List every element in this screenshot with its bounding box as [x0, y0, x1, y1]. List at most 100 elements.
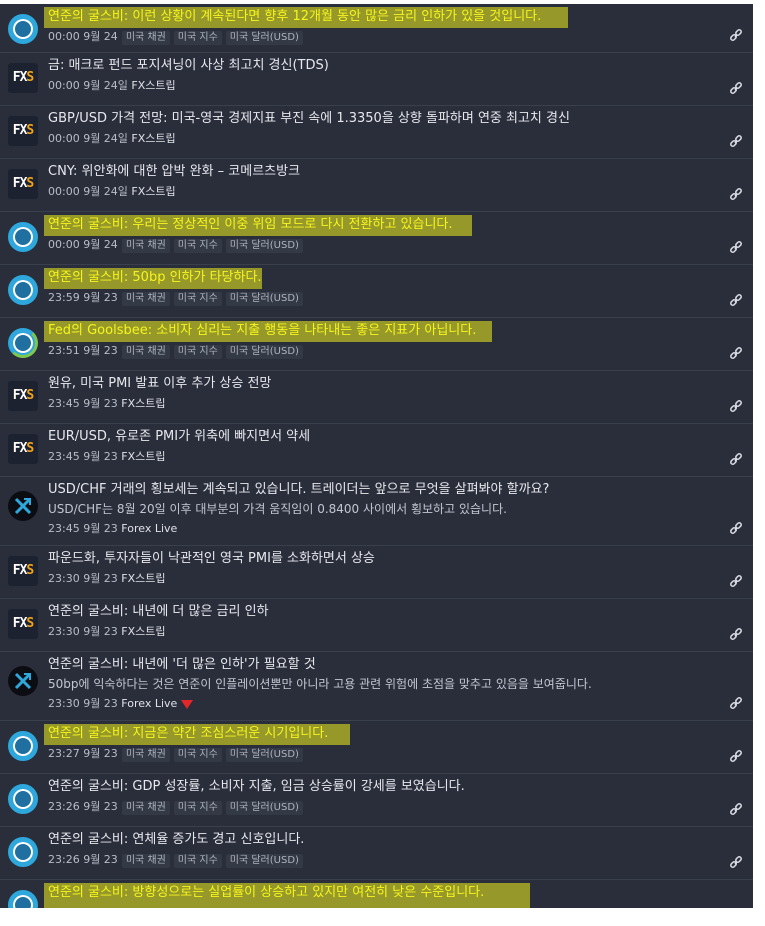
tag-badge[interactable]: 미국 달러(USD)	[225, 801, 303, 815]
link-icon[interactable]	[729, 628, 743, 642]
headline[interactable]: 연준의 굴스비: 방향성으로는 실업률이 상승하고 있지만 여전히 낮은 수준입…	[48, 884, 484, 902]
news-item[interactable]: 연준의 굴스비: 이런 상황이 계속된다면 향후 12개월 동안 많은 금리 인…	[0, 4, 753, 53]
meta-line: 00:00 9월 24 미국 채권 미국 지수 미국 달러(USD)	[48, 29, 303, 45]
news-item[interactable]: 연준의 굴스비: 지금은 약간 조심스러운 시기입니다. 23:27 9월 23 미…	[0, 721, 753, 774]
source-name[interactable]: FX스트립	[118, 397, 165, 410]
timestamp: 00:00 9월 24일	[48, 79, 128, 92]
tag-badge[interactable]: 미국 달러(USD)	[225, 345, 303, 359]
meta-line: 00:00 9월 24 미국 채권 미국 지수 미국 달러(USD)	[48, 237, 303, 253]
news-item[interactable]: FXS CNY: 위안화에 대한 압박 완화 – 코메르츠방크 00:00 9월 2…	[0, 159, 753, 212]
link-icon[interactable]	[729, 750, 743, 764]
headline[interactable]: Fed의 Goolsbee: 소비자 심리는 지출 행동을 나타내는 좋은 지표…	[48, 322, 476, 340]
news-item[interactable]: FXS GBP/USD 가격 전망: 미국-영국 경제지표 부진 속에 1.335…	[0, 106, 753, 159]
headline[interactable]: 연준의 굴스비: GDP 성장률, 소비자 지출, 임금 상승률이 강세를 보였…	[48, 778, 465, 796]
link-icon[interactable]	[729, 135, 743, 149]
news-item[interactable]: 연준의 굴스비: 연체율 증가도 경고 신호입니다. 23:26 9월 23 미국 …	[0, 827, 753, 880]
source-name[interactable]: FX스트립	[118, 450, 165, 463]
news-item[interactable]: FXS 파운드화, 투자자들이 낙관적인 영국 PMI를 소화하면서 상승 23:3…	[0, 546, 753, 599]
timestamp: 23:59 9월 23	[48, 291, 118, 304]
headline[interactable]: CNY: 위안화에 대한 압박 완화 – 코메르츠방크	[48, 163, 300, 181]
headline[interactable]: 연준의 굴스비: 연체율 증가도 경고 신호입니다.	[48, 831, 304, 849]
link-icon[interactable]	[729, 188, 743, 202]
tag-badge[interactable]: 미국 지수	[173, 292, 222, 306]
meta-line: 23:51 9월 23 미국 채권 미국 지수 미국 달러(USD)	[48, 343, 303, 359]
blue-ring-icon	[8, 328, 38, 358]
link-icon[interactable]	[729, 697, 743, 711]
timestamp: 00:00 9월 24일	[48, 132, 128, 145]
news-item[interactable]: Fed의 Goolsbee: 소비자 심리는 지출 행동을 나타내는 좋은 지표…	[0, 318, 753, 371]
headline[interactable]: 파운드화, 투자자들이 낙관적인 영국 PMI를 소화하면서 상승	[48, 550, 375, 568]
link-icon[interactable]	[729, 294, 743, 308]
tag-badge[interactable]: 미국 지수	[173, 854, 222, 868]
blue-ring-icon	[8, 14, 38, 44]
news-feed: 연준의 굴스비: 이런 상황이 계속된다면 향후 12개월 동안 많은 금리 인…	[0, 4, 753, 908]
news-item[interactable]: 연준의 굴스비: 내년에 '더 많은 인하'가 필요할 것 50bp에 익숙하다는…	[0, 652, 753, 721]
forexlive-logo-icon	[8, 666, 38, 696]
news-item[interactable]: USD/CHF 거래의 횡보세는 계속되고 있습니다. 트레이더는 앞으로 무엇…	[0, 477, 753, 546]
link-icon[interactable]	[729, 241, 743, 255]
headline[interactable]: USD/CHF 거래의 횡보세는 계속되고 있습니다. 트레이더는 앞으로 무엇…	[48, 481, 549, 499]
source-name[interactable]: FX스트립	[118, 572, 165, 585]
headline[interactable]: 금: 매크로 펀드 포지셔닝이 사상 최고치 경신(TDS)	[48, 57, 329, 75]
tag-badge[interactable]: 미국 지수	[173, 801, 222, 815]
tag-badge[interactable]: 미국 달러(USD)	[225, 239, 303, 253]
tag-badge[interactable]: 미국 채권	[121, 345, 170, 359]
headline[interactable]: 연준의 굴스비: 우리는 정상적인 이중 위임 모드로 다시 전환하고 있습니다…	[48, 216, 453, 234]
tag-badge[interactable]: 미국 채권	[121, 854, 170, 868]
fxstreet-logo-icon: FXS	[8, 556, 38, 586]
tag-badge[interactable]: 미국 지수	[173, 748, 222, 762]
news-item[interactable]: FXS EUR/USD, 유로존 PMI가 위축에 빠지면서 약세 23:45 9월…	[0, 424, 753, 477]
link-icon[interactable]	[729, 29, 743, 43]
tag-badge[interactable]: 미국 달러(USD)	[225, 854, 303, 868]
headline[interactable]: EUR/USD, 유로존 PMI가 위축에 빠지면서 약세	[48, 428, 310, 446]
link-icon[interactable]	[729, 522, 743, 536]
tag-badge[interactable]: 미국 채권	[121, 31, 170, 45]
tag-badge[interactable]: 미국 달러(USD)	[225, 748, 303, 762]
description: USD/CHF는 8월 20일 이후 대부분의 가격 움직임이 0.8400 사…	[48, 502, 507, 516]
news-item[interactable]: 연준의 굴스비: 우리는 정상적인 이중 위임 모드로 다시 전환하고 있습니다…	[0, 212, 753, 265]
tag-badge[interactable]: 미국 지수	[173, 239, 222, 253]
tag-badge[interactable]: 미국 채권	[121, 801, 170, 815]
link-icon[interactable]	[729, 347, 743, 361]
timestamp: 23:45 9월 23	[48, 522, 118, 535]
headline[interactable]: 원유, 미국 PMI 발표 이후 추가 상승 전망	[48, 375, 271, 393]
timestamp: 23:26 9월 23	[48, 800, 118, 813]
tag-badge[interactable]: 미국 지수	[173, 31, 222, 45]
news-item[interactable]: 연준의 굴스비: 방향성으로는 실업률이 상승하고 있지만 여전히 낮은 수준입…	[0, 880, 753, 908]
source-name[interactable]: Forex Live	[118, 522, 177, 535]
news-item[interactable]: 연준의 굴스비: GDP 성장률, 소비자 지출, 임금 상승률이 강세를 보였…	[0, 774, 753, 827]
tag-badge[interactable]: 미국 달러(USD)	[225, 31, 303, 45]
tag-badge[interactable]: 미국 달러(USD)	[225, 292, 303, 306]
link-icon[interactable]	[729, 575, 743, 589]
news-item[interactable]: FXS 연준의 굴스비: 내년에 더 많은 금리 인하 23:30 9월 23 FX…	[0, 599, 753, 652]
source-name[interactable]: Forex Live	[118, 697, 177, 710]
meta-line: 23:26 9월 23 미국 채권 미국 지수 미국 달러(USD)	[48, 799, 303, 815]
source-name[interactable]: FX스트립	[128, 185, 175, 198]
timestamp: 23:45 9월 23	[48, 450, 118, 463]
headline[interactable]: 연준의 굴스비: 내년에 '더 많은 인하'가 필요할 것	[48, 656, 316, 674]
meta-line: 00:00 9월 24일 FX스트립	[48, 184, 176, 200]
fxstreet-logo-icon: FXS	[8, 609, 38, 639]
source-name[interactable]: FX스트립	[118, 625, 165, 638]
tag-badge[interactable]: 미국 채권	[121, 748, 170, 762]
headline[interactable]: 연준의 굴스비: 내년에 더 많은 금리 인하	[48, 603, 269, 621]
headline[interactable]: 연준의 굴스비: 50bp 인하가 타당하다.	[48, 269, 262, 287]
tag-badge[interactable]: 미국 채권	[121, 292, 170, 306]
link-icon[interactable]	[729, 803, 743, 817]
news-item[interactable]: FXS 금: 매크로 펀드 포지셔닝이 사상 최고치 경신(TDS) 00:00 9…	[0, 53, 753, 106]
headline[interactable]: 연준의 굴스비: 이런 상황이 계속된다면 향후 12개월 동안 많은 금리 인…	[48, 8, 541, 26]
news-item[interactable]: 연준의 굴스비: 50bp 인하가 타당하다. 23:59 9월 23 미국 채권 미…	[0, 265, 753, 318]
headline[interactable]: GBP/USD 가격 전망: 미국-영국 경제지표 부진 속에 1.3350을 …	[48, 110, 570, 128]
tag-badge[interactable]: 미국 지수	[173, 345, 222, 359]
source-name[interactable]: FX스트립	[128, 79, 175, 92]
headline[interactable]: 연준의 굴스비: 지금은 약간 조심스러운 시기입니다.	[48, 725, 328, 743]
link-icon[interactable]	[729, 400, 743, 414]
news-item[interactable]: FXS 원유, 미국 PMI 발표 이후 추가 상승 전망 23:45 9월 23 …	[0, 371, 753, 424]
link-icon[interactable]	[729, 453, 743, 467]
link-icon[interactable]	[729, 856, 743, 870]
blue-ring-icon	[8, 275, 38, 305]
tag-badge[interactable]: 미국 채권	[121, 239, 170, 253]
meta-line: 23:27 9월 23 미국 채권 미국 지수 미국 달러(USD)	[48, 746, 303, 762]
link-icon[interactable]	[729, 82, 743, 96]
source-name[interactable]: FX스트립	[128, 132, 175, 145]
